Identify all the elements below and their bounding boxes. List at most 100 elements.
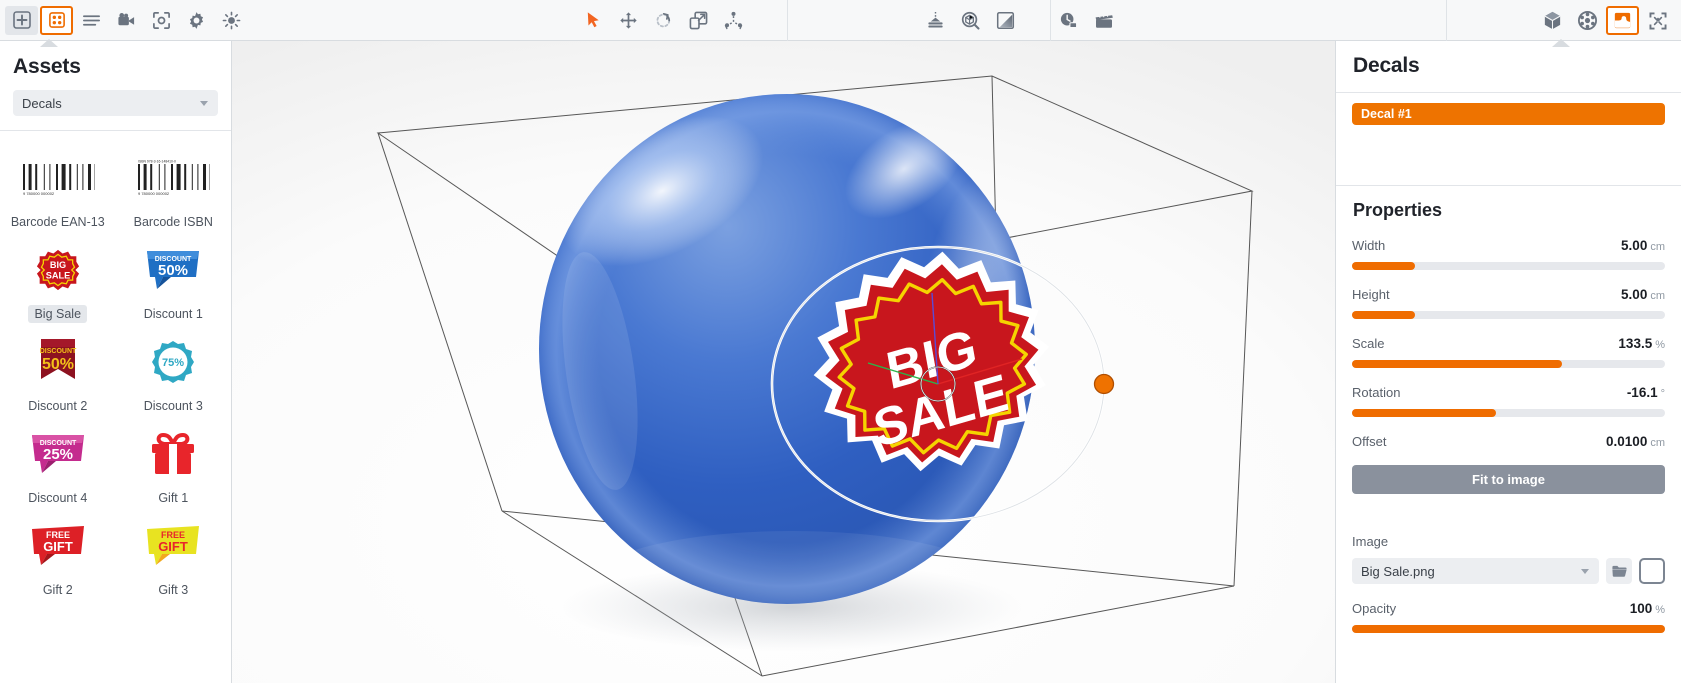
decals-panel-title: Decals xyxy=(1353,54,1420,77)
svg-text:50%: 50% xyxy=(158,262,188,279)
assets-panel-title: Assets xyxy=(13,55,81,78)
svg-text:25%: 25% xyxy=(43,446,73,463)
asset-item-label: Discount 2 xyxy=(28,399,88,413)
asset-item[interactable]: Gift 1 xyxy=(116,419,232,511)
property-slider[interactable] xyxy=(1352,311,1665,319)
asset-item-label: Gift 1 xyxy=(158,491,189,505)
toolbar-notch-left xyxy=(40,39,58,48)
svg-text:GIFT: GIFT xyxy=(158,539,188,554)
lighting-button[interactable] xyxy=(215,6,248,35)
camera-icon xyxy=(118,12,135,25)
asset-category-select[interactable]: Decals xyxy=(13,90,218,116)
focus-icon xyxy=(153,11,170,29)
fullscreen-button[interactable] xyxy=(1641,6,1674,35)
property-slider[interactable] xyxy=(1352,360,1665,368)
toolbar-divider xyxy=(1446,0,1447,41)
discount-50-blue-icon: DISCOUNT 50% xyxy=(135,246,211,294)
svg-text:9 780000 000002: 9 780000 000002 xyxy=(138,191,170,196)
property-number: 5.00 xyxy=(1621,238,1648,253)
gift-box-red-icon xyxy=(135,430,211,478)
discount-75-teal-icon: 75% xyxy=(135,338,211,386)
decal-list: Decal #1 xyxy=(1336,93,1681,171)
add-icon-button[interactable] xyxy=(5,5,38,35)
property-slider-fill xyxy=(1352,311,1415,319)
viewport-canvas: BIG SALE xyxy=(232,41,1335,683)
property-label: Offset xyxy=(1352,434,1387,449)
focus-button[interactable] xyxy=(145,6,178,35)
list-button[interactable] xyxy=(75,6,108,35)
decals-button[interactable] xyxy=(1606,6,1639,35)
property-value: 5.00 cm xyxy=(1621,238,1665,253)
property-number: 0.0100 xyxy=(1606,434,1648,449)
properties-section: Properties Width 5.00 cm Height 5.00 cm Scale 1… xyxy=(1336,186,1681,633)
browse-image-button[interactable] xyxy=(1606,558,1632,584)
property-unit: ° xyxy=(1660,388,1665,400)
svg-text:SALE: SALE xyxy=(46,270,70,280)
asset-item[interactable]: 75% Discount 3 xyxy=(116,327,232,419)
backdrop-button[interactable] xyxy=(989,6,1022,35)
property-number: -16.1 xyxy=(1626,385,1658,400)
toolbar-studio-group xyxy=(918,0,1023,41)
select-tool-button[interactable] xyxy=(577,6,610,35)
property-number: 5.00 xyxy=(1621,287,1648,302)
rotate-tool-button[interactable] xyxy=(647,6,680,35)
fullscreen-icon xyxy=(1649,12,1666,29)
environment-button[interactable] xyxy=(954,6,987,35)
toolbar-middle-group xyxy=(576,0,751,41)
asset-item[interactable]: 9 780000 000002 Barcode EAN-13 xyxy=(0,143,116,235)
objects-grid-button[interactable] xyxy=(40,5,73,35)
svg-text:BIG: BIG xyxy=(50,260,66,270)
animation-button[interactable] xyxy=(1087,6,1120,35)
asset-item[interactable]: BIG SALE Big Sale xyxy=(0,235,116,327)
fit-to-image-button[interactable]: Fit to image xyxy=(1352,465,1665,494)
asset-item[interactable]: DISCOUNT 50% Discount 2 xyxy=(0,327,116,419)
property-unit: cm xyxy=(1650,437,1665,449)
free-gift-red-icon: FREE GIFT xyxy=(20,522,96,570)
environment-icon xyxy=(961,11,980,30)
decal-list-item[interactable]: Decal #1 xyxy=(1352,103,1665,125)
toolbar-sep-3 xyxy=(1437,0,1456,41)
rotate-icon xyxy=(656,12,671,28)
grid-objects-icon xyxy=(48,12,65,28)
asset-item[interactable]: FREE GIFT Gift 3 xyxy=(116,511,232,603)
settings-button[interactable] xyxy=(180,6,213,35)
viewport-3d[interactable]: BIG SALE xyxy=(232,41,1335,683)
cube-icon xyxy=(1544,11,1561,30)
property-label: Scale xyxy=(1352,336,1385,351)
svg-text:9 780000 000002: 9 780000 000002 xyxy=(23,191,55,196)
asset-item[interactable]: DISCOUNT 25% Discount 4 xyxy=(0,419,116,511)
gradient-icon xyxy=(996,11,1015,30)
barcode-isbn-icon: ISBN 978-3-16-148410-0 9 780000 000002 xyxy=(135,154,211,202)
property-slider[interactable] xyxy=(1352,409,1665,417)
decals-panel: Decals Decal #1 Properties Width 5.00 cm He… xyxy=(1335,41,1681,683)
asset-item[interactable]: DISCOUNT 50% Discount 1 xyxy=(116,235,232,327)
transform-tool-button[interactable] xyxy=(717,6,750,35)
svg-text:GIFT: GIFT xyxy=(43,539,73,554)
decal-resize-handle[interactable] xyxy=(1093,373,1115,395)
image-select-value: Big Sale.png xyxy=(1361,563,1435,579)
property-slider-fill xyxy=(1352,262,1415,270)
asset-item[interactable]: FREE GIFT Gift 2 xyxy=(0,511,116,603)
image-row: Big Sale.png xyxy=(1352,558,1665,584)
light-table-icon xyxy=(928,11,943,28)
move-tool-button[interactable] xyxy=(612,6,645,35)
opacity-unit: % xyxy=(1655,604,1665,616)
transform-icon xyxy=(724,11,743,30)
property-slider[interactable] xyxy=(1352,262,1665,270)
model-button[interactable] xyxy=(1536,6,1569,35)
clapperboard-icon xyxy=(1095,13,1113,28)
studio-button[interactable] xyxy=(919,6,952,35)
image-select[interactable]: Big Sale.png xyxy=(1352,558,1599,584)
toolbar-media-group xyxy=(1051,0,1121,41)
camera-button[interactable] xyxy=(110,6,143,35)
scale-tool-button[interactable] xyxy=(682,6,715,35)
snapshots-button[interactable] xyxy=(1052,6,1085,35)
materials-button[interactable] xyxy=(1571,6,1604,35)
decal-color-swatch[interactable] xyxy=(1639,558,1665,584)
gear-icon xyxy=(189,11,204,29)
svg-text:50%: 50% xyxy=(42,356,74,373)
property-unit: cm xyxy=(1650,241,1665,253)
chevron-down-icon xyxy=(1581,569,1589,574)
asset-item[interactable]: ISBN 978-3-16-148410-0 9 780000 000002 Ba… xyxy=(116,143,232,235)
opacity-slider[interactable] xyxy=(1352,625,1665,633)
